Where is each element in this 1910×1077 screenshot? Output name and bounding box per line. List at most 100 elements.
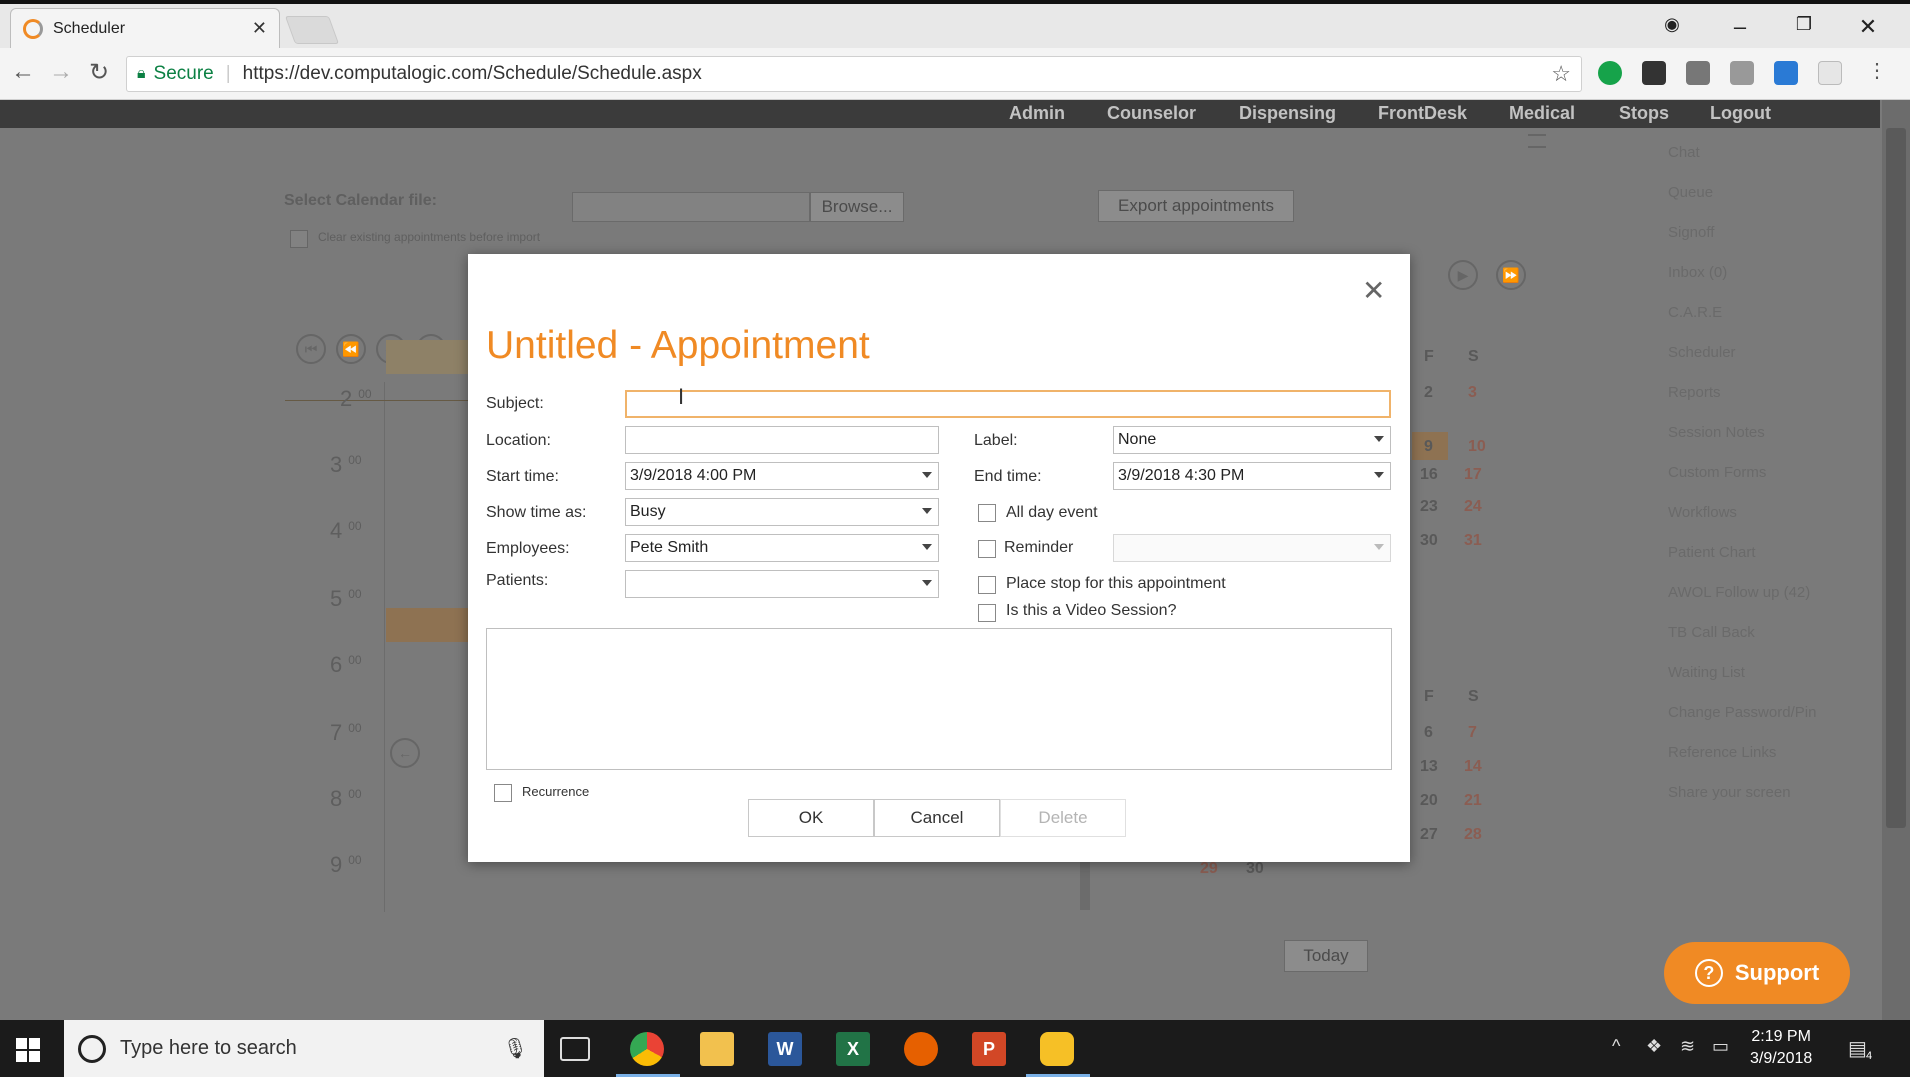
chat-app-icon[interactable] [1040,1032,1074,1066]
subject-input[interactable] [625,390,1391,418]
side-link-waiting-list[interactable]: Waiting List [1668,664,1745,681]
excel-icon[interactable]: X [836,1032,870,1066]
employees-select[interactable]: Pete Smith [625,534,939,562]
restore-button[interactable]: ❐ [1784,14,1824,35]
video-session-checkbox[interactable] [978,604,996,622]
taskbar-clock[interactable]: 2:19 PM 3/9/2018 [1750,1026,1812,1070]
cal-day[interactable]: 9 [1424,438,1433,456]
reminder-checkbox[interactable] [978,540,996,558]
ok-button[interactable]: OK [748,799,874,837]
cal-day[interactable]: 16 [1420,466,1438,484]
clear-existing-checkbox[interactable] [290,230,308,248]
cal-day[interactable]: 30 [1420,532,1438,550]
code-extension-icon[interactable] [1730,61,1754,85]
side-link-queue[interactable]: Queue [1668,184,1713,201]
dropbox-icon[interactable]: ❖ [1646,1036,1662,1057]
nav-stops[interactable]: Stops [1619,103,1669,124]
nav-medical[interactable]: Medical [1509,103,1575,124]
side-link-tb-call-back[interactable]: TB Call Back [1668,624,1755,641]
show-time-select[interactable]: Busy [625,498,939,526]
powerpoint-icon[interactable]: P [972,1032,1006,1066]
blue-extension-icon[interactable] [1774,61,1798,85]
task-view-icon[interactable] [560,1037,590,1061]
next-arrow-icon[interactable]: ▶ [1448,260,1478,290]
cal-day[interactable]: 29 [1200,860,1218,878]
settings-lines-icon[interactable] [1528,134,1546,148]
page-scrollbar[interactable] [1882,100,1910,1020]
nav-dispensing[interactable]: Dispensing [1239,103,1336,124]
recurrence-checkbox[interactable] [494,784,512,802]
chrome-icon[interactable] [630,1032,664,1066]
side-link-patient-chart[interactable]: Patient Chart [1668,544,1756,561]
side-link-reference-links[interactable]: Reference Links [1668,744,1776,761]
patients-select[interactable] [625,570,939,598]
side-link-workflows[interactable]: Workflows [1668,504,1737,521]
nav-admin[interactable]: Admin [1009,103,1065,124]
cancel-button[interactable]: Cancel [874,799,1000,837]
cal-day[interactable]: 31 [1464,532,1482,550]
appointment-block[interactable] [386,608,470,642]
side-link-awol-follow-up[interactable]: AWOL Follow up (42) [1668,584,1810,601]
cal-day[interactable]: 7 [1468,724,1477,742]
cal-day[interactable]: 20 [1420,792,1438,810]
forward-arrow-icon[interactable]: → [46,58,76,86]
cal-day[interactable]: 17 [1464,466,1482,484]
back-arrow-icon[interactable]: ← [8,58,38,86]
cal-day[interactable]: 24 [1464,498,1482,516]
tray-chevron-up-icon[interactable]: ^ [1612,1036,1620,1057]
wifi-icon[interactable]: ≋ [1680,1036,1695,1057]
cal-day[interactable]: 27 [1420,826,1438,844]
cal-day[interactable]: 30 [1246,860,1264,878]
nav-counselor[interactable]: Counselor [1107,103,1196,124]
menu-kebab-icon[interactable]: ⋮ [1862,58,1892,83]
browser-tab[interactable]: Scheduler ✕ [10,8,280,48]
profile-icon[interactable]: ◉ [1652,14,1692,35]
appointment-block[interactable] [386,340,470,374]
reload-icon[interactable]: ↻ [84,58,114,87]
reminder-select[interactable] [1113,534,1391,562]
cal-day[interactable]: 13 [1420,758,1438,776]
taskbar-search[interactable]: Type here to search 🎙︎ [64,1020,544,1077]
support-button[interactable]: ? Support [1664,942,1850,1004]
tab-close-icon[interactable]: ✕ [252,18,267,39]
label-select[interactable]: None [1113,426,1391,454]
word-icon[interactable]: W [768,1032,802,1066]
start-time-select[interactable]: 3/9/2018 4:00 PM [625,462,939,490]
today-button[interactable]: Today [1284,940,1368,972]
side-link-chat[interactable]: Chat [1668,144,1700,161]
side-link-reports[interactable]: Reports [1668,384,1721,401]
location-input[interactable] [625,426,939,454]
dialog-close-icon[interactable]: ✕ [1362,274,1385,307]
extension-icon[interactable] [1686,61,1710,85]
notes-textarea[interactable] [486,628,1392,770]
cal-day[interactable]: 14 [1464,758,1482,776]
new-tab-button[interactable] [284,16,340,44]
nav-logout[interactable]: Logout [1710,103,1771,124]
export-appointments-button[interactable]: Export appointments [1098,190,1294,222]
page-extension-icon[interactable] [1818,61,1842,85]
side-link-custom-forms[interactable]: Custom Forms [1668,464,1766,481]
side-link-signoff[interactable]: Signoff [1668,224,1714,241]
battery-icon[interactable]: ▭ [1712,1036,1729,1057]
cal-day[interactable]: 2 [1424,384,1433,402]
file-explorer-icon[interactable] [700,1032,734,1066]
side-link-care[interactable]: C.A.R.E [1668,304,1722,321]
cal-day[interactable]: 10 [1468,438,1486,456]
browse-button[interactable]: Browse... [810,192,904,222]
end-time-select[interactable]: 3/9/2018 4:30 PM [1113,462,1391,490]
fast-forward-icon[interactable]: ⏩ [1496,260,1526,290]
first-page-icon[interactable]: ⏮ [296,334,326,364]
place-stop-checkbox[interactable] [978,576,996,594]
notification-center-icon[interactable]: ▤ [1848,1036,1867,1061]
cal-day[interactable]: 3 [1468,384,1477,402]
side-link-inbox[interactable]: Inbox (0) [1668,264,1727,281]
side-link-scheduler[interactable]: Scheduler [1668,344,1736,361]
side-link-session-notes[interactable]: Session Notes [1668,424,1765,441]
address-bar[interactable]: 🔒︎ Secure | https://dev.computalogic.com… [126,56,1582,92]
minimize-button[interactable]: – [1720,14,1760,40]
bookmark-star-icon[interactable]: ☆ [1551,61,1571,87]
scrollbar-thumb[interactable] [1886,128,1906,828]
side-link-change-password[interactable]: Change Password/Pin [1668,704,1816,721]
back-circle-icon[interactable]: ← [390,738,420,768]
layers-extension-icon[interactable] [1642,61,1666,85]
